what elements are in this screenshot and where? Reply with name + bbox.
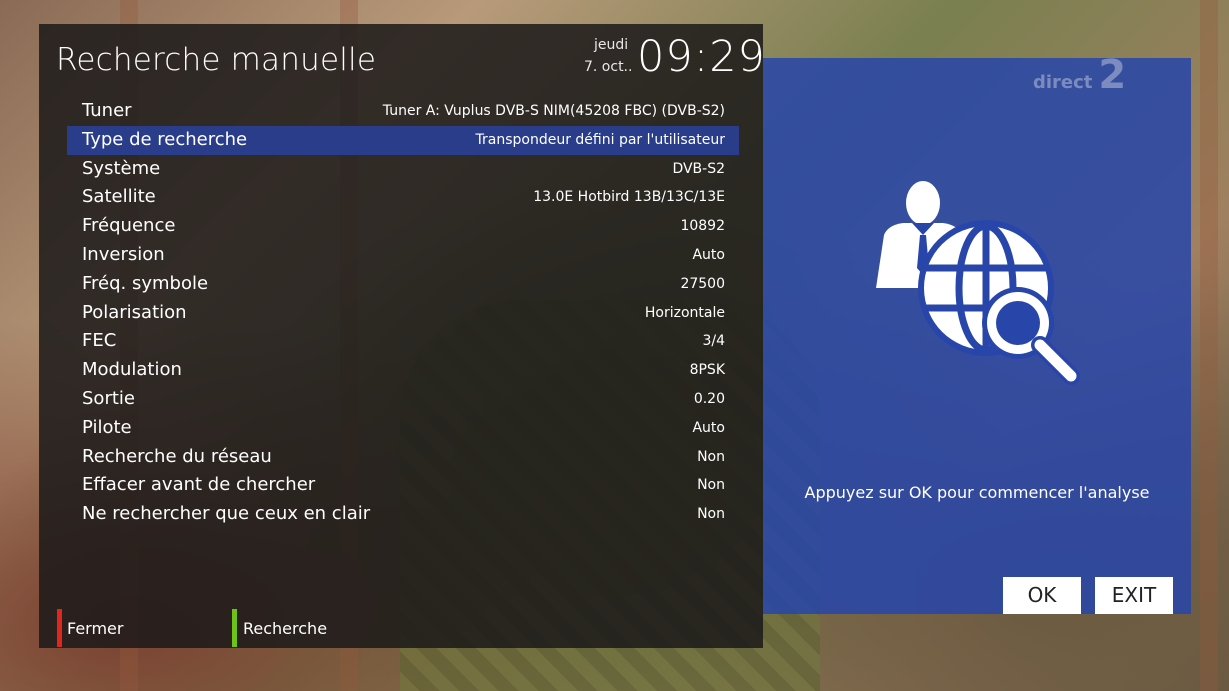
setting-value: Horizontale (644, 304, 725, 321)
setting-value: Tuner A: Vuplus DVB-S NIM(45208 FBC) (DV… (382, 103, 725, 119)
setting-label: FEC (82, 330, 117, 352)
setting-label: Modulation (82, 359, 182, 381)
setting-value: Transpondeur défini par l'utilisateur (475, 131, 725, 148)
setting-label: Effacer avant de chercher (82, 474, 316, 496)
setting-label: Polarisation (82, 301, 187, 323)
ok-button[interactable]: OK (1003, 577, 1081, 614)
hint-text: Appuyez sur OK pour commencer l'analyse (804, 483, 1150, 502)
manual-search-menu: Recherche manuelle jeudi 7. oct.. 09:29 … (39, 24, 766, 648)
setting-value: 27500 (680, 275, 725, 292)
exit-button[interactable]: EXIT (1095, 577, 1173, 614)
setting-value: DVB-S2 (672, 160, 725, 177)
setting-row-tuner[interactable]: Tuner Tuner A: Vuplus DVB-S NIM(45208 FB… (67, 97, 739, 126)
setting-row-freq-symbole[interactable]: Fréq. symbole 27500 (67, 270, 739, 299)
date-label: 7. oct.. (584, 59, 633, 75)
channel-logo: direct 2 (1033, 52, 1126, 98)
setting-label: Recherche du réseau (82, 445, 272, 467)
background-decor (1200, 0, 1218, 691)
page-title: Recherche manuelle (56, 42, 377, 78)
setting-value: 0.20 (693, 390, 725, 407)
setting-row-en-clair[interactable]: Ne rechercher que ceux en clair Non (67, 500, 739, 529)
setting-label: Ne rechercher que ceux en clair (82, 503, 371, 525)
setting-value: 10892 (680, 218, 725, 235)
channel-logo-number: 2 (1098, 52, 1127, 98)
setting-row-polarisation[interactable]: Polarisation Horizontale (67, 299, 739, 328)
red-key-indicator (57, 609, 62, 647)
settings-list: Tuner Tuner A: Vuplus DVB-S NIM(45208 FB… (67, 97, 739, 529)
setting-value: Non (697, 448, 725, 465)
setting-row-systeme[interactable]: Système DVB-S2 (67, 155, 739, 184)
setting-value: Non (697, 506, 725, 523)
setting-label: Satellite (82, 186, 156, 208)
setting-row-effacer-avant[interactable]: Effacer avant de chercher Non (67, 471, 739, 500)
setting-label: Fréquence (82, 215, 176, 237)
screen: Recherche manuelle jeudi 7. oct.. 09:29 … (0, 0, 1229, 691)
day-label: jeudi (594, 37, 629, 53)
setting-value: 3/4 (702, 333, 725, 350)
setting-row-modulation[interactable]: Modulation 8PSK (67, 356, 739, 385)
setting-value: Auto (692, 419, 725, 436)
channel-logo-text: direct (1033, 72, 1093, 93)
setting-label: Système (82, 157, 161, 179)
red-key-fermer[interactable]: Fermer (67, 619, 123, 638)
setting-row-recherche-du-reseau[interactable]: Recherche du réseau Non (67, 443, 739, 472)
setting-row-satellite[interactable]: Satellite 13.0E Hotbird 13B/13C/13E (67, 183, 739, 212)
setting-label: Type de recherche (82, 128, 248, 150)
setting-row-sortie[interactable]: Sortie 0.20 (67, 385, 739, 414)
setting-row-type-de-recherche[interactable]: Type de recherche Transpondeur défini pa… (67, 125, 739, 155)
setting-label: Tuner (82, 100, 132, 121)
clock: 09:29 (637, 32, 766, 82)
user-globe-search-icon (876, 181, 1080, 385)
setting-value: 8PSK (689, 362, 725, 379)
setting-label: Fréq. symbole (82, 272, 209, 294)
green-key-recherche[interactable]: Recherche (243, 619, 327, 638)
setting-row-fec[interactable]: FEC 3/4 (67, 327, 739, 356)
green-key-indicator (232, 609, 237, 647)
setting-value: Non (697, 477, 725, 494)
setting-row-frequence[interactable]: Fréquence 10892 (67, 212, 739, 241)
setting-row-inversion[interactable]: Inversion Auto (67, 241, 739, 270)
setting-value: 13.0E Hotbird 13B/13C/13E (533, 189, 725, 206)
setting-label: Sortie (82, 387, 135, 409)
setting-label: Inversion (82, 243, 165, 265)
setting-label: Pilote (82, 416, 132, 438)
setting-value: Auto (692, 246, 725, 263)
setting-row-pilote[interactable]: Pilote Auto (67, 414, 739, 443)
info-panel: direct 2 Appuyez sur OK pour commencer l… (763, 52, 1191, 614)
